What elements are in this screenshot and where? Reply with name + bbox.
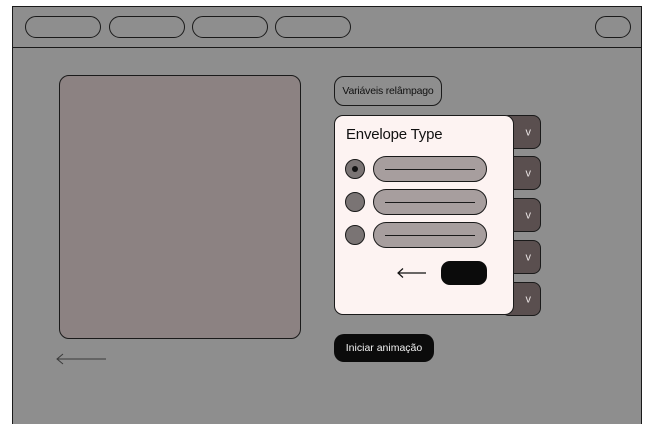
chevron-down-icon: v <box>525 209 532 222</box>
envelope-option-radio-1[interactable] <box>345 159 365 179</box>
back-arrow-icon[interactable] <box>55 352 107 366</box>
placeholder-line <box>385 235 475 236</box>
toolbar-tab-2[interactable] <box>109 16 185 38</box>
start-animation-button[interactable]: Iniciar animação <box>334 334 434 362</box>
envelope-option-field-2[interactable] <box>373 189 487 215</box>
flash-variables-button[interactable]: Variáveis relâmpago <box>334 76 442 106</box>
placeholder-line <box>385 169 475 170</box>
toolbar-right-button[interactable] <box>595 16 631 38</box>
envelope-type-panel: Envelope Type <box>334 115 514 315</box>
animation-preview <box>59 75 301 339</box>
top-toolbar <box>13 7 641 48</box>
placeholder-line <box>385 202 475 203</box>
chevron-down-icon: v <box>525 126 532 139</box>
envelope-option-radio-3[interactable] <box>345 225 365 245</box>
confirm-button[interactable] <box>441 261 487 285</box>
toolbar-tab-1[interactable] <box>25 16 101 38</box>
chevron-down-icon: v <box>525 293 532 306</box>
panel-title: Envelope Type <box>346 126 443 143</box>
chevron-down-icon: v <box>525 251 532 264</box>
toolbar-tab-4[interactable] <box>275 16 351 38</box>
app-window: Variáveis relâmpago v v v v v Envelope T… <box>12 6 642 424</box>
envelope-option-field-3[interactable] <box>373 222 487 248</box>
toolbar-tab-3[interactable] <box>192 16 268 38</box>
radio-selected-dot <box>352 166 358 172</box>
envelope-option-radio-2[interactable] <box>345 192 365 212</box>
arrow-left-icon[interactable] <box>397 267 427 279</box>
envelope-option-field-1[interactable] <box>373 156 487 182</box>
chevron-down-icon: v <box>525 167 532 180</box>
